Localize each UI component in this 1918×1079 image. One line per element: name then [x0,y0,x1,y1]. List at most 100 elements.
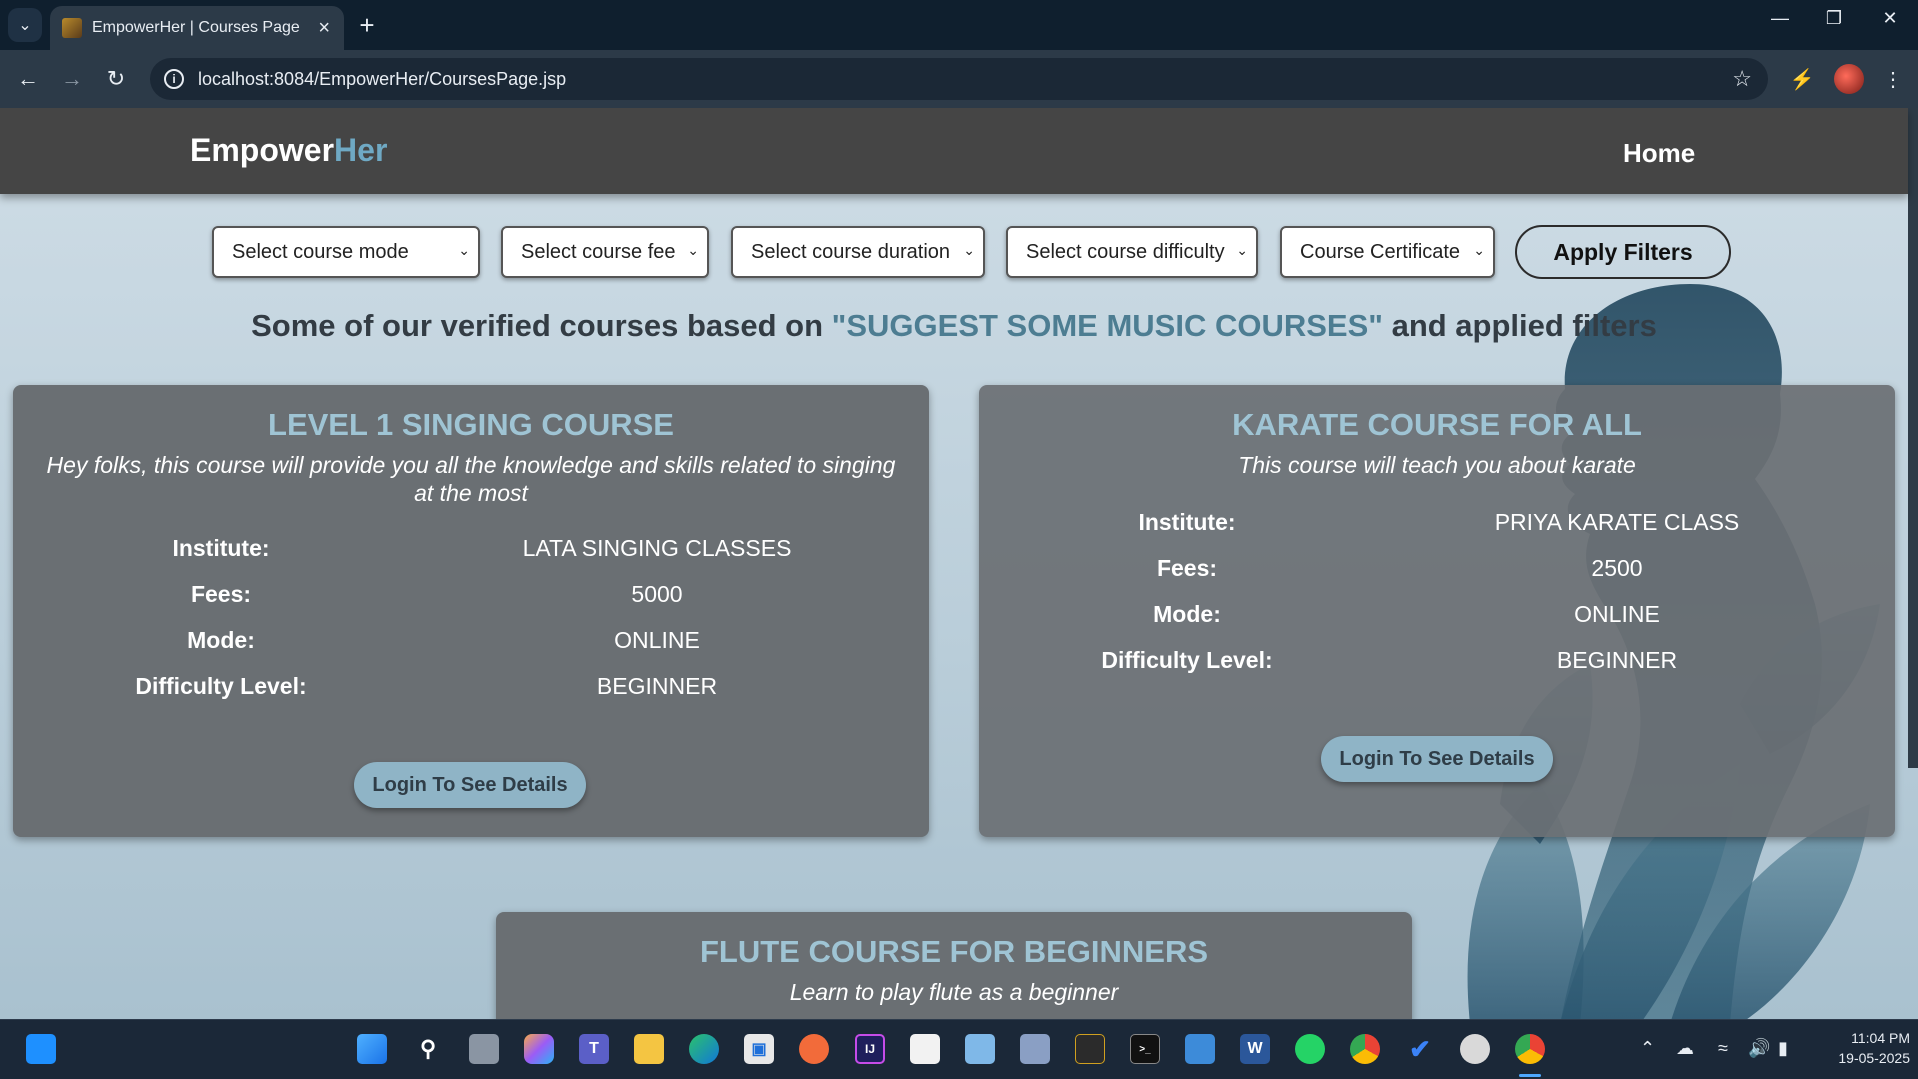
extensions-icon[interactable]: ⚡ [1787,64,1817,94]
onedrive-icon[interactable]: ☁ [1676,1038,1694,1059]
site-header: EmpowerHer Home [0,108,1908,194]
chevron-down-icon: ⌄ [1236,242,1248,258]
mysql-workbench-icon[interactable] [1020,1034,1050,1064]
course-card: LEVEL 1 SINGING COURSE Hey folks, this c… [13,385,929,837]
copilot-icon[interactable] [524,1034,554,1064]
institute-label: Institute: [172,535,270,561]
netbeans-icon[interactable] [1075,1034,1105,1064]
detail-row: Institute: LATA SINGING CLASSES [13,535,929,575]
detail-row: Fees: 2500 [979,555,1895,595]
active-app-indicator [1519,1074,1541,1077]
mode-label: Mode: [187,627,255,653]
wifi-icon[interactable]: ≈ [1718,1038,1728,1059]
browser-menu-icon[interactable]: ⋮ [1878,64,1908,94]
tray-overflow-icon[interactable]: ⌃ [1640,1038,1655,1059]
institute-value: LATA SINGING CLASSES [522,535,792,561]
login-to-see-details-button[interactable]: Login To See Details [354,762,586,808]
profile-avatar[interactable] [1834,64,1864,94]
bookmark-star-icon[interactable]: ☆ [1732,66,1752,92]
fees-label: Fees: [1156,555,1218,581]
virtualbox-icon[interactable] [965,1034,995,1064]
brand-accent: Her [334,132,388,168]
address-bar[interactable]: i localhost:8084/EmpowerHer/CoursesPage.… [150,58,1768,100]
tab-title: EmpowerHer | Courses Page [92,19,300,36]
word-icon[interactable]: W [1240,1034,1270,1064]
chrome-icon[interactable] [1350,1034,1380,1064]
widgets-icon[interactable] [26,1034,56,1064]
back-icon[interactable]: ← [12,63,44,95]
course-card: FLUTE COURSE FOR BEGINNERS Learn to play… [496,912,1412,1019]
page-scrollbar-thumb[interactable] [1908,108,1918,768]
chevron-down-icon: ⌄ [963,242,975,258]
login-to-see-details-button[interactable]: Login To See Details [1321,736,1553,782]
page-scrollbar-track[interactable] [1908,108,1918,768]
todo-icon[interactable]: ✔ [1405,1034,1435,1064]
course-difficulty-value: Select course difficulty [1026,240,1225,263]
course-mode-select[interactable]: Select course mode ⌄ [212,226,480,278]
volume-icon[interactable]: 🔊 [1748,1038,1770,1059]
site-info-icon[interactable]: i [164,69,184,89]
results-headline: Some of our verified courses based on "S… [0,308,1908,344]
browser-tab[interactable]: EmpowerHer | Courses Page × [50,6,344,50]
start-menu-icon[interactable] [357,1034,387,1064]
clock-time: 11:04 PM [1851,1030,1910,1046]
chrome-active-icon[interactable] [1515,1034,1545,1064]
nav-home-link[interactable]: Home [1623,138,1695,169]
course-difficulty-select[interactable]: Select course difficulty ⌄ [1006,226,1258,278]
mode-value: ONLINE [1574,601,1660,627]
minimize-icon[interactable]: — [1760,8,1800,29]
site-favicon-icon [62,18,82,38]
edge-icon[interactable] [689,1034,719,1064]
headline-suffix: and applied filters [1382,308,1657,343]
teams-icon[interactable]: T [579,1034,609,1064]
notepad-icon[interactable] [1185,1034,1215,1064]
system-clock[interactable]: 11:04 PM 19-05-2025 [1800,1028,1910,1068]
file-explorer-icon[interactable] [634,1034,664,1064]
close-window-icon[interactable]: ✕ [1870,8,1910,29]
course-certificate-select[interactable]: Course Certificate ⌄ [1280,226,1495,278]
course-title: LEVEL 1 SINGING COURSE [268,407,674,442]
postman-icon[interactable] [799,1034,829,1064]
site-logo[interactable]: EmpowerHer [190,132,387,169]
browser-tab-bar: ⌄ EmpowerHer | Courses Page × + — ❐ ✕ [0,0,1918,50]
whatsapp-icon[interactable] [1295,1034,1325,1064]
url-text[interactable]: localhost:8084/EmpowerHer/CoursesPage.js… [198,69,1732,90]
fees-label: Fees: [190,581,252,607]
store-icon[interactable]: ▣ [744,1034,774,1064]
browser-toolbar: ← → ↻ i localhost:8084/EmpowerHer/Course… [0,50,1918,108]
difficulty-label: Difficulty Level: [1101,647,1273,673]
battery-icon[interactable]: ▮ [1778,1038,1788,1059]
new-tab-icon[interactable]: + [352,10,382,40]
difficulty-label: Difficulty Level: [135,673,307,699]
mode-label: Mode: [1153,601,1221,627]
course-fee-select[interactable]: Select course fee ⌄ [501,226,709,278]
detail-row: Difficulty Level: BEGINNER [13,673,929,713]
reload-icon[interactable]: ↻ [100,63,132,95]
detail-row: Fees: 5000 [13,581,929,621]
course-title: FLUTE COURSE FOR BEGINNERS [699,934,1209,969]
intellij-icon[interactable]: IJ [855,1034,885,1064]
windows-taskbar: ⚲ T ▣ IJ >_ W ✔ ⌃ ☁ ≈ 🔊 ▮ 11:04 PM 19-05… [0,1019,1918,1079]
search-query: "SUGGEST SOME MUSIC COURSES" [831,308,1383,343]
difficulty-value: BEGINNER [596,673,718,699]
mode-value: ONLINE [614,627,700,653]
task-view-icon[interactable] [469,1034,499,1064]
search-icon[interactable]: ⚲ [413,1034,443,1064]
brand-name: Empower [190,132,335,168]
apply-filters-button[interactable]: Apply Filters [1515,225,1731,279]
institute-label: Institute: [1138,509,1236,535]
course-description: Learn to play flute as a beginner [789,979,1119,1005]
chevron-down-icon: ⌄ [458,242,470,258]
course-card: KARATE COURSE FOR ALL This course will t… [979,385,1895,837]
clock-app-icon[interactable] [1460,1034,1490,1064]
document-icon[interactable] [910,1034,940,1064]
chevron-down-icon: ⌄ [1473,242,1485,258]
terminal-icon[interactable]: >_ [1130,1034,1160,1064]
tab-close-icon[interactable]: × [318,17,330,40]
course-duration-select[interactable]: Select course duration ⌄ [731,226,985,278]
restore-icon[interactable]: ❐ [1814,8,1854,29]
fees-value: 5000 [631,581,683,607]
forward-icon[interactable]: → [56,63,88,95]
tab-search-dropdown-icon[interactable]: ⌄ [8,8,42,42]
chevron-down-icon: ⌄ [687,242,699,258]
